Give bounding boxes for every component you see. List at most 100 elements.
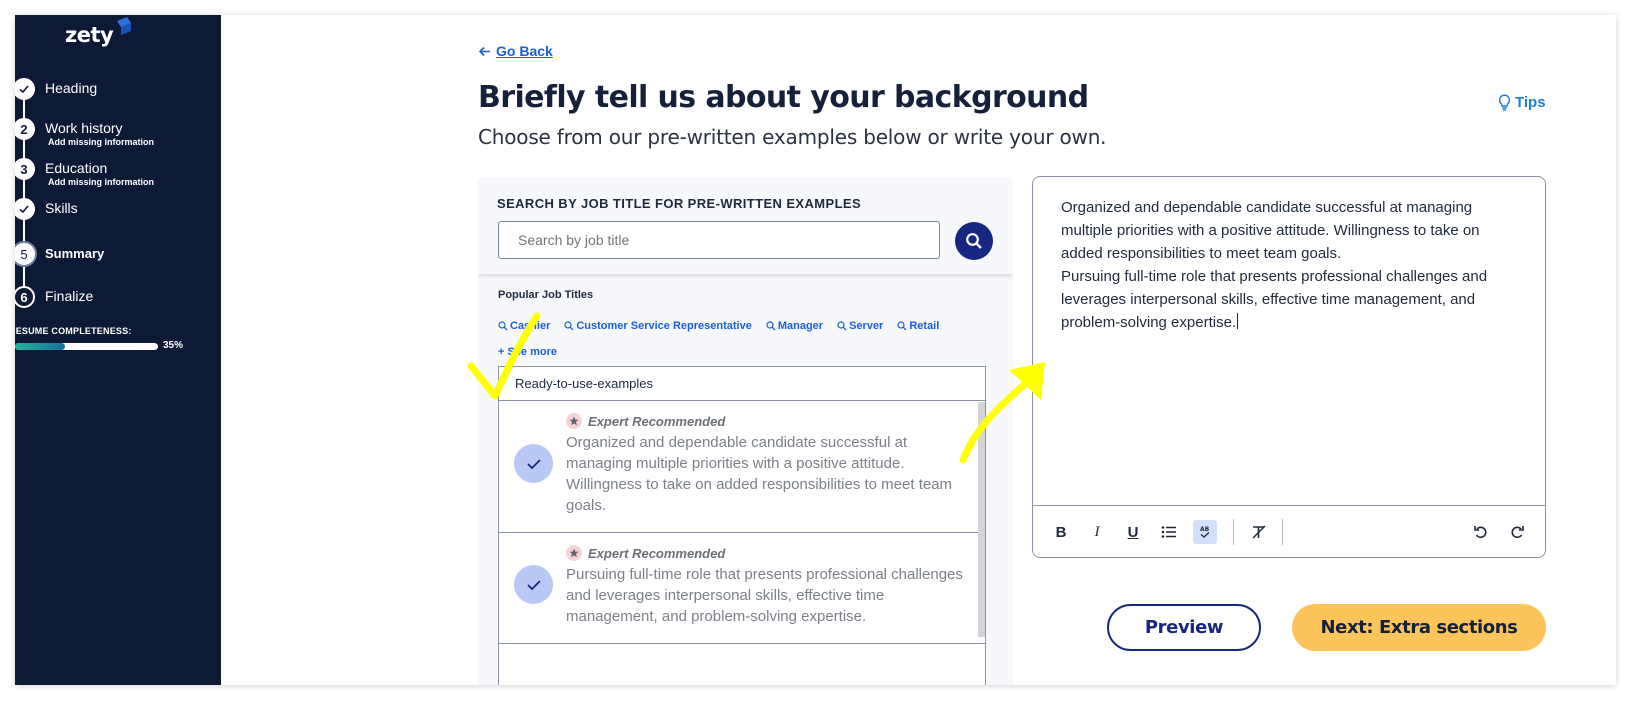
summary-paragraph-text: Pursuing full-time role that presents pr…	[1061, 268, 1488, 331]
go-back-link[interactable]: Go Back	[478, 43, 553, 59]
undo-button[interactable]	[1469, 520, 1493, 544]
search-icon	[498, 321, 508, 331]
toolbar-divider	[1282, 519, 1283, 545]
search-title: SEARCH BY JOB TITLE FOR PRE-WRITTEN EXAM…	[497, 196, 862, 211]
see-more-link[interactable]: + See more	[498, 346, 557, 358]
tips-button[interactable]: Tips	[1498, 94, 1546, 111]
popular-titles-label: Popular Job Titles	[498, 289, 594, 301]
popular-title-label: Customer Service Representative	[576, 320, 752, 332]
lightbulb-icon	[1499, 94, 1510, 111]
badge-label: Expert Recommended	[588, 545, 726, 561]
step-number: 2	[15, 118, 35, 140]
logo-mark-icon	[117, 17, 131, 35]
popular-title-retail[interactable]: Retail	[897, 320, 939, 332]
popular-title-manager[interactable]: Manager	[766, 320, 823, 332]
tips-label: Tips	[1515, 94, 1546, 111]
arrow-left-icon	[478, 46, 490, 56]
preview-button[interactable]: Preview	[1107, 604, 1261, 651]
spellcheck-button[interactable]: AB	[1193, 520, 1217, 544]
sidebar-step-label: Finalize	[45, 288, 94, 304]
clear-format-icon	[1252, 525, 1266, 539]
search-card: SEARCH BY JOB TITLE FOR PRE-WRITTEN EXAM…	[478, 177, 1013, 274]
summary-text-area[interactable]: Organized and dependable candidate succe…	[1061, 196, 1521, 334]
example-text: Organized and dependable candidate succe…	[566, 434, 953, 514]
sidebar-step-skills[interactable]: Skills	[15, 198, 78, 224]
search-icon	[766, 321, 776, 331]
star-icon	[566, 413, 582, 429]
completeness-percent: 35%	[163, 340, 184, 351]
sidebar-step-label: Education	[45, 160, 108, 176]
search-icon	[564, 321, 574, 331]
clear-format-button[interactable]	[1247, 520, 1271, 544]
check-icon	[15, 198, 35, 220]
sidebar: zety Heading 2 Work history Add missing …	[15, 15, 221, 685]
completeness-bar-fill	[15, 343, 66, 350]
search-button[interactable]	[955, 222, 993, 260]
completeness-bar	[15, 343, 158, 350]
text-caret	[1237, 313, 1239, 329]
editor-toolbar: B I U AB	[1033, 505, 1545, 557]
completeness-label: RESUME COMPLETENESS:	[15, 326, 132, 336]
popular-title-label: Server	[849, 320, 884, 332]
sidebar-step-summary[interactable]: 5 Summary	[15, 241, 104, 267]
next-extra-sections-button[interactable]: Next: Extra sections	[1292, 604, 1546, 651]
page-title: Briefly tell us about your background	[478, 80, 1089, 115]
popular-title-label: Retail	[909, 320, 940, 332]
popular-title-server[interactable]: Server	[837, 320, 883, 332]
italic-button[interactable]: I	[1085, 520, 1109, 544]
summary-paragraph: Organized and dependable candidate succe…	[1061, 199, 1480, 262]
examples-scrollbar[interactable]	[978, 402, 985, 637]
toolbar-divider	[1233, 519, 1234, 545]
step-number: 3	[15, 158, 35, 180]
sidebar-step-work-history[interactable]: 2 Work history Add missing information	[15, 118, 154, 147]
popular-title-label: Cashier	[510, 320, 551, 332]
zety-logo[interactable]: zety	[65, 23, 114, 47]
redo-button[interactable]	[1505, 520, 1529, 544]
check-icon	[15, 78, 35, 100]
expert-badge: Expert Recommended	[566, 545, 725, 561]
example-text: Pursuing full-time role that presents pr…	[566, 566, 963, 625]
spellcheck-icon: AB	[1200, 526, 1210, 538]
selected-check-button[interactable]	[514, 565, 553, 604]
badge-label: Expert Recommended	[588, 413, 726, 429]
step-number: 6	[15, 286, 35, 308]
job-title-search-input[interactable]	[498, 221, 940, 259]
examples-panel: SEARCH BY JOB TITLE FOR PRE-WRITTEN EXAM…	[478, 177, 1013, 685]
selected-check-button[interactable]	[514, 444, 553, 483]
check-icon	[526, 458, 541, 469]
underline-button[interactable]: U	[1121, 520, 1145, 544]
step-hint: Add missing information	[48, 177, 155, 187]
redo-icon	[1511, 526, 1524, 539]
app-window: zety Heading 2 Work history Add missing …	[15, 15, 1616, 685]
expert-badge: Expert Recommended	[566, 413, 725, 429]
bold-button[interactable]: B	[1049, 520, 1073, 544]
sidebar-step-finalize[interactable]: 6 Finalize	[15, 286, 93, 312]
bullet-list-icon	[1161, 526, 1176, 538]
sidebar-step-label: Summary	[45, 246, 105, 261]
page-subtitle: Choose from our pre-written examples bel…	[478, 125, 1107, 149]
examples-header: Ready-to-use-examples	[499, 367, 985, 401]
search-icon	[966, 233, 982, 249]
star-icon	[566, 545, 582, 561]
sidebar-step-heading[interactable]: Heading	[15, 78, 97, 104]
summary-editor[interactable]: Organized and dependable candidate succe…	[1032, 176, 1546, 558]
popular-title-label: Manager	[777, 320, 824, 332]
search-icon	[837, 321, 847, 331]
example-item[interactable]: Expert Recommended Organized and dependa…	[499, 401, 985, 533]
sidebar-step-label: Heading	[45, 80, 98, 96]
sidebar-step-label: Work history	[45, 120, 123, 136]
sidebar-step-education[interactable]: 3 Education Add missing information	[15, 158, 154, 187]
sidebar-step-label: Skills	[45, 200, 78, 216]
example-item[interactable]: Expert Recommended Pursuing full-time ro…	[499, 533, 985, 644]
popular-title-customer-service[interactable]: Customer Service Representative	[564, 320, 752, 332]
step-hint: Add missing information	[48, 137, 155, 147]
popular-titles: Cashier Customer Service Representative …	[498, 320, 939, 332]
summary-paragraph: Pursuing full-time role that presents pr…	[1061, 265, 1521, 334]
svg-text:AB: AB	[1200, 526, 1210, 533]
popular-title-cashier[interactable]: Cashier	[498, 320, 550, 332]
step-number: 5	[15, 241, 37, 267]
go-back-label: Go Back	[496, 43, 553, 59]
check-icon	[526, 579, 541, 590]
bullet-list-button[interactable]	[1157, 520, 1181, 544]
examples-list: Ready-to-use-examples Expert Recommended…	[498, 366, 986, 685]
